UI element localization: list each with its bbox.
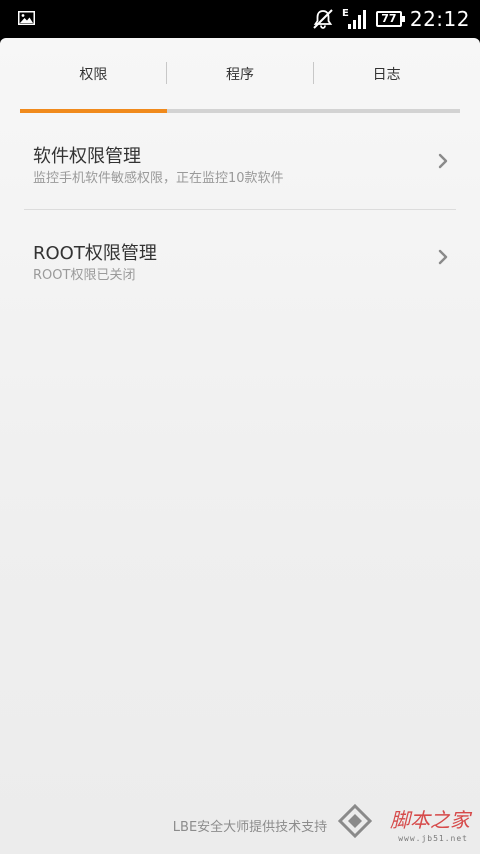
gallery-icon (18, 11, 35, 25)
list-item-root-permissions[interactable]: ROOT权限管理 ROOT权限已关闭 (0, 211, 480, 307)
battery-level: 77 (381, 12, 397, 25)
list-item-app-permissions[interactable]: 软件权限管理 监控手机软件敏感权限，正在监控10款软件 (0, 114, 480, 210)
status-time: 22:12 (409, 7, 470, 31)
status-bar: E 77 22:12 (0, 0, 480, 38)
watermark-logo-icon (338, 804, 372, 838)
tab-programs[interactable]: 程序 (167, 58, 314, 92)
item-title: 软件权限管理 (33, 146, 141, 167)
tab-logs[interactable]: 日志 (313, 58, 460, 92)
tab-separator (313, 62, 314, 84)
item-subtitle: 监控手机软件敏感权限，正在监控10款软件 (33, 171, 284, 186)
item-subtitle: ROOT权限已关闭 (33, 268, 136, 283)
content-panel: 权限 程序 日志 软件权限管理 监控手机软件敏感权限，正在监控10款软件 ROO… (0, 38, 480, 854)
chevron-right-icon (438, 153, 448, 169)
watermark-url: www.jb51.net (398, 834, 468, 843)
tab-indicator-track (20, 109, 460, 113)
notification-muted-icon (313, 9, 333, 29)
tab-permissions[interactable]: 权限 (20, 58, 167, 92)
list-divider (24, 209, 456, 210)
tab-separator (166, 62, 167, 84)
status-icons: E 77 22:12 (312, 4, 470, 34)
chevron-right-icon (438, 249, 448, 265)
screen: E 77 22:12 权限 程序 日志 软件权限管理 监控手机软件敏感权限，正在… (0, 0, 480, 854)
item-title: ROOT权限管理 (33, 243, 157, 264)
battery-icon: 77 (375, 11, 405, 27)
signal-icon: E (342, 8, 366, 29)
network-type-label: E (342, 8, 349, 19)
watermark-text: 脚本之家 (390, 808, 470, 832)
tab-bar: 权限 程序 日志 (20, 58, 460, 92)
tab-indicator (20, 109, 167, 113)
